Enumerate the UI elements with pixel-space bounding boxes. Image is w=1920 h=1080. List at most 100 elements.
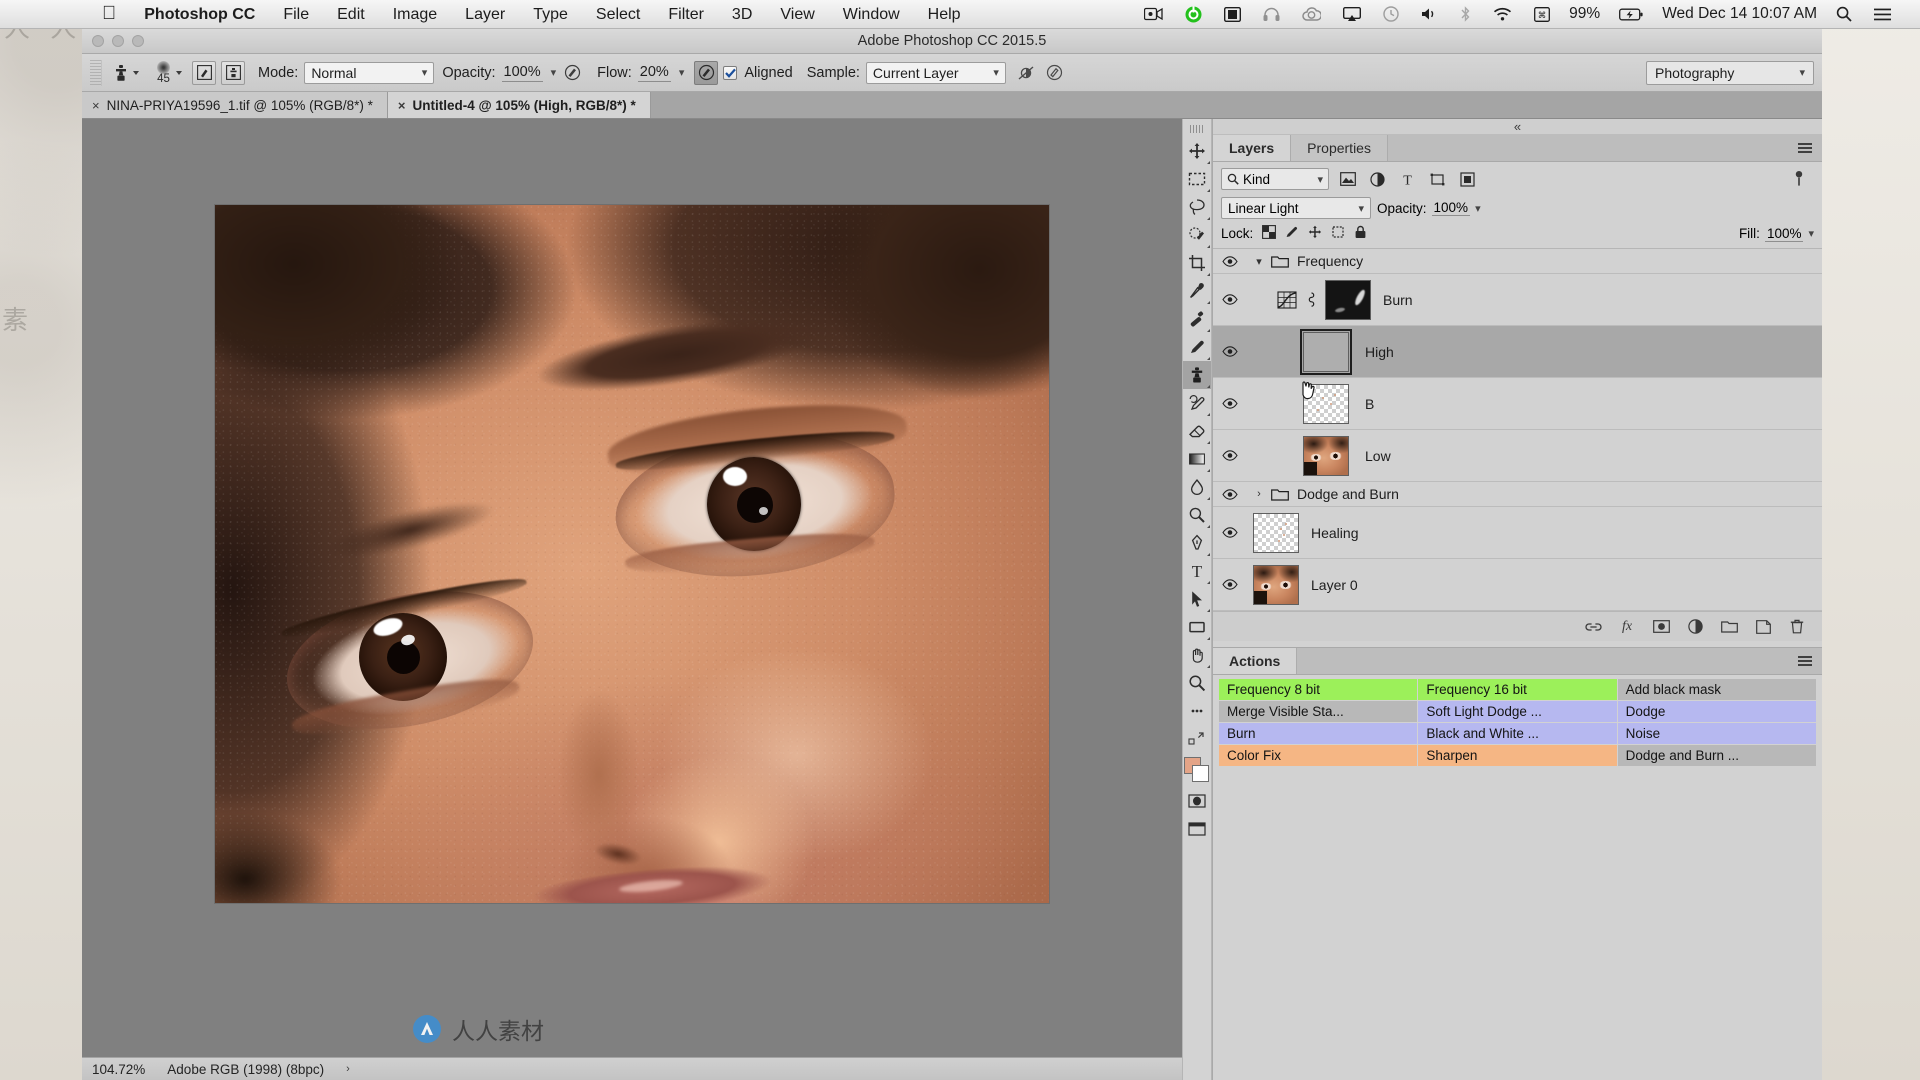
layer-row-layer-0[interactable]: Layer 0 [1213, 559, 1822, 611]
layer-visibility-toggle[interactable] [1213, 346, 1247, 357]
filter-kind-select[interactable]: Kind ▾ [1221, 168, 1329, 190]
tool-flyout-icon[interactable] [1207, 161, 1210, 164]
path-selection-tool[interactable] [1183, 585, 1211, 613]
adjustment-layer-button[interactable] [1686, 618, 1704, 636]
battery-charging-icon[interactable] [1608, 0, 1654, 29]
layer-row-high[interactable]: High [1213, 326, 1822, 378]
layer-thumbnail[interactable] [1253, 512, 1299, 553]
spot-healing-tool[interactable] [1183, 305, 1211, 333]
pressure-opacity-toggle[interactable] [560, 61, 584, 85]
layer-thumbnail[interactable] [1253, 564, 1299, 605]
aligned-checkbox[interactable] [723, 65, 738, 80]
move-tool[interactable] [1183, 137, 1211, 165]
tablet-pressure-button[interactable] [1043, 61, 1067, 85]
menu-3d[interactable]: 3D [718, 0, 766, 29]
sample-select[interactable]: Current Layer ▾ [865, 61, 1006, 84]
layer-row-burn[interactable]: Burn [1213, 274, 1822, 326]
layer-visibility-toggle[interactable] [1213, 488, 1247, 500]
zoom-button[interactable] [132, 35, 144, 47]
creative-cloud-icon[interactable] [1291, 0, 1332, 29]
wifi-icon[interactable] [1482, 0, 1523, 29]
quick-selection-tool[interactable] [1183, 221, 1211, 249]
tool-flyout-icon[interactable] [1207, 609, 1210, 612]
bluetooth-icon[interactable] [1449, 0, 1482, 29]
menu-select[interactable]: Select [582, 0, 654, 29]
minimize-button[interactable] [112, 35, 124, 47]
layer-blend-mode-select[interactable]: Linear Light ▾ [1221, 197, 1371, 219]
search-icon[interactable] [1825, 0, 1863, 29]
type-tool[interactable]: T [1183, 557, 1211, 585]
tool-flyout-icon[interactable] [1207, 189, 1210, 192]
airbrush-toggle[interactable] [694, 60, 719, 85]
tools-panel-grip[interactable] [1190, 125, 1204, 133]
apple-logo-icon[interactable]:  [88, 0, 130, 29]
menu-image[interactable]: Image [379, 0, 451, 29]
tool-flyout-icon[interactable] [1207, 357, 1210, 360]
layer-row-dodge-and-burn[interactable]: › Dodge and Burn [1213, 482, 1822, 507]
action-button-sharpen[interactable]: Sharpen [1418, 745, 1617, 766]
shape-tool[interactable] [1183, 613, 1211, 641]
brush-tool[interactable] [1183, 333, 1211, 361]
tool-flyout-icon[interactable] [1207, 413, 1210, 416]
workspace-select[interactable]: Photography ▾ [1646, 60, 1814, 85]
layer-row-b[interactable]: B [1213, 378, 1822, 430]
zoom-tool[interactable] [1183, 669, 1211, 697]
menu-window[interactable]: Window [829, 0, 914, 29]
marquee-tool[interactable] [1183, 165, 1211, 193]
volume-icon[interactable] [1410, 0, 1449, 29]
layer-visibility-toggle[interactable] [1213, 255, 1247, 267]
blend-mode-select[interactable]: Normal ▾ [304, 61, 435, 84]
tool-preset-caret-icon[interactable] [133, 70, 139, 75]
shape-filter-button[interactable] [1426, 168, 1449, 190]
layer-visibility-toggle[interactable] [1213, 579, 1247, 590]
menu-view[interactable]: View [766, 0, 828, 29]
flow-field[interactable]: 20% ▾ [637, 64, 685, 82]
display-icon[interactable] [1213, 0, 1252, 29]
action-button-merge-visible-stamp[interactable]: Merge Visible Sta... [1219, 701, 1418, 722]
collapse-panels-icon[interactable]: « [1213, 119, 1822, 135]
layer-visibility-toggle[interactable] [1213, 294, 1247, 305]
tool-flyout-icon[interactable] [1207, 329, 1210, 332]
tool-flyout-icon[interactable] [1207, 665, 1210, 668]
background-color-swatch[interactable] [1192, 765, 1209, 782]
tool-flyout-icon[interactable] [1207, 469, 1210, 472]
list-icon[interactable] [1863, 0, 1902, 29]
tab-properties[interactable]: Properties [1291, 135, 1388, 161]
delete-layer-button[interactable] [1788, 618, 1806, 636]
close-icon[interactable]: × [92, 98, 100, 113]
keyboard-input-icon[interactable]: ⌘ [1523, 0, 1561, 29]
mask-link-icon[interactable] [1301, 291, 1321, 308]
menu-edit[interactable]: Edit [323, 0, 379, 29]
tool-flyout-icon[interactable] [1207, 273, 1210, 276]
chevron-down-icon[interactable]: ▾ [679, 66, 685, 79]
layer-opacity-field[interactable]: Opacity: 100% ▾ [1377, 200, 1481, 216]
pixel-filter-button[interactable] [1336, 168, 1359, 190]
filter-toggle-button[interactable] [1787, 168, 1810, 190]
tool-flyout-icon[interactable] [1207, 385, 1210, 388]
layer-mask-thumbnail[interactable] [1325, 279, 1371, 320]
action-button-burn[interactable]: Burn [1219, 723, 1418, 744]
brush-size-picker[interactable]: 45 [157, 60, 170, 85]
tool-flyout-icon[interactable] [1207, 441, 1210, 444]
group-disclosure-toggle[interactable]: › [1247, 488, 1271, 500]
action-button-color-fix[interactable]: Color Fix [1219, 745, 1418, 766]
toggle-brush-panel-button[interactable] [192, 60, 216, 85]
layer-visibility-toggle[interactable] [1213, 398, 1247, 409]
tab-layers[interactable]: Layers [1213, 135, 1292, 161]
close-icon[interactable]: × [398, 98, 406, 113]
tab-actions[interactable]: Actions [1213, 648, 1298, 674]
actions-panel-menu-button[interactable] [1788, 648, 1822, 674]
menu-file[interactable]: File [269, 0, 323, 29]
green-circle-icon[interactable] [1174, 0, 1213, 29]
menubar-clock[interactable]: Wed Dec 14 10:07 AM [1654, 5, 1825, 23]
menu-type[interactable]: Type [519, 0, 582, 29]
close-button[interactable] [92, 35, 104, 47]
swap-and-default-colors[interactable] [1183, 725, 1211, 753]
group-disclosure-toggle[interactable]: ▾ [1247, 255, 1271, 268]
airplay-icon[interactable] [1332, 0, 1372, 29]
lock-artboard-button[interactable] [1331, 225, 1345, 242]
tool-flyout-icon[interactable] [1207, 581, 1210, 584]
curves-adjustment-thumbnail[interactable] [1273, 290, 1301, 309]
toggle-clone-source-button[interactable] [221, 60, 245, 85]
layer-row-healing[interactable]: Healing [1213, 507, 1822, 559]
